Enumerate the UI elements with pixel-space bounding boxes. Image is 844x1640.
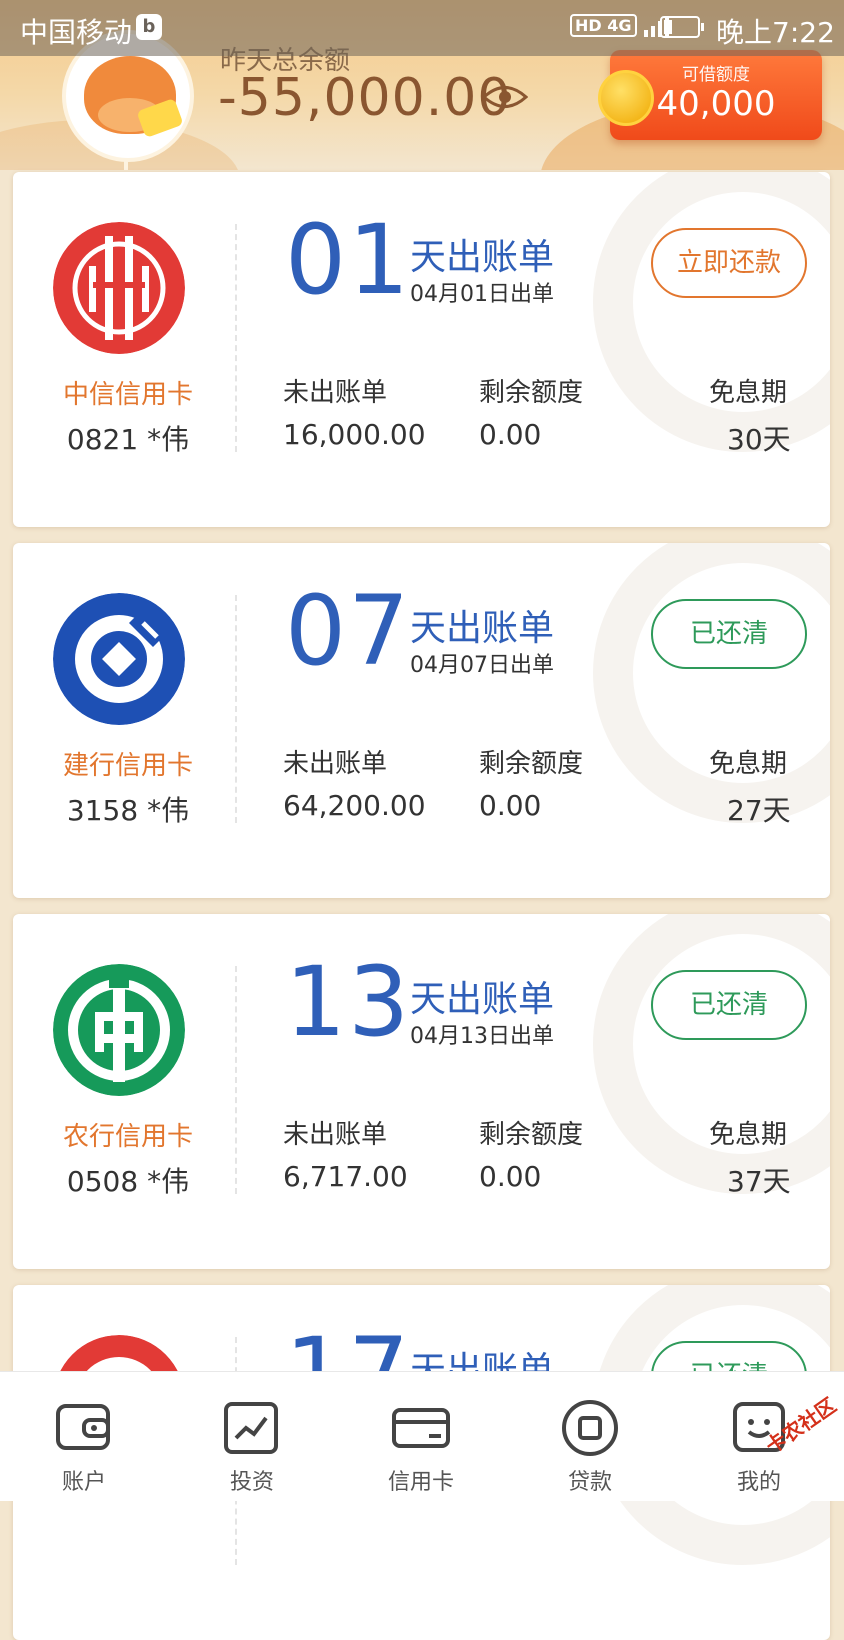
grace-period-label: 免息期: [709, 749, 788, 779]
nav-label: 投资: [229, 1470, 274, 1495]
carrier-name: 中国移动: [20, 16, 133, 49]
bill-date: 04月13日出单: [410, 1024, 554, 1049]
app-badge-icon: b: [136, 14, 162, 40]
nav-label: 信用卡: [387, 1470, 454, 1495]
billing-day: 13: [285, 946, 412, 1058]
borrow-limit-button[interactable]: 可借额度 40,000: [598, 50, 822, 140]
grace-period-label: 免息期: [709, 378, 788, 408]
bottom-nav: 账户 投资 信用卡 贷款 我的: [0, 1371, 844, 1501]
billing-day-title: 天出账单: [410, 979, 555, 1020]
network-label: HD 4G: [570, 14, 637, 37]
nav-account[interactable]: 账户: [0, 1372, 168, 1501]
nav-label: 账户: [61, 1470, 106, 1495]
bank-name: 农行信用卡: [62, 1122, 193, 1152]
unbilled-label: 未出账单: [283, 749, 388, 779]
billing-day: 01: [285, 204, 412, 316]
borrow-limit-value: 40,000: [656, 84, 776, 124]
ccb-bank-logo-icon: [53, 593, 185, 725]
card-number: 3158 *伟: [66, 794, 190, 827]
credit-card-item[interactable]: 中信信用卡 0821 *伟 01 天出账单 04月01日出单 立即还款 未出账单…: [13, 172, 830, 527]
remaining-limit-value: 0.00: [479, 418, 542, 451]
bill-date: 04月07日出单: [410, 653, 554, 678]
nav-loan[interactable]: 贷款: [506, 1372, 674, 1501]
unbilled-value: 64,200.00: [283, 789, 426, 822]
credit-card-icon: [392, 1408, 450, 1448]
bank-watermark: [593, 914, 830, 1194]
status-bar: 中国移动 b HD 4G 晚上7:22: [0, 0, 844, 56]
borrow-limit-label: 可借额度: [682, 65, 750, 85]
battery-icon: [660, 16, 704, 38]
grace-period-label: 免息期: [709, 1120, 788, 1150]
unbilled-label: 未出账单: [283, 378, 388, 408]
balance-amount: -55,000.00: [218, 68, 512, 128]
remaining-limit-value: 0.00: [479, 789, 542, 822]
bank-watermark: [593, 543, 830, 823]
grace-period-value: 27天: [727, 794, 791, 827]
paid-off-button[interactable]: 已还清: [651, 970, 807, 1040]
eye-icon[interactable]: [482, 82, 528, 112]
unbilled-value: 6,717.00: [283, 1160, 408, 1193]
coin-square-icon: [562, 1400, 618, 1456]
card-number: 0821 *伟: [66, 423, 190, 456]
remaining-limit-label: 剩余额度: [479, 378, 584, 408]
avatar-stem: [124, 160, 128, 170]
repay-now-button[interactable]: 立即还款: [651, 228, 807, 298]
divider: [235, 595, 237, 823]
divider: [235, 966, 237, 1194]
nav-invest[interactable]: 投资: [168, 1372, 336, 1501]
grace-period-value: 30天: [727, 423, 791, 456]
remaining-limit-value: 0.00: [479, 1160, 542, 1193]
billing-day: 07: [285, 575, 412, 687]
abc-bank-logo-icon: [53, 964, 185, 1096]
bank-name: 中信信用卡: [62, 380, 193, 410]
unbilled-value: 16,000.00: [283, 418, 426, 451]
bank-name: 建行信用卡: [62, 751, 193, 781]
nav-label: 我的: [736, 1470, 781, 1495]
citic-bank-logo-icon: [53, 222, 185, 354]
paid-off-button[interactable]: 已还清: [651, 599, 807, 669]
trend-chart-icon: [224, 1402, 278, 1454]
nav-credit-card[interactable]: 信用卡: [337, 1372, 505, 1501]
bill-date: 04月01日出单: [410, 282, 554, 307]
unbilled-label: 未出账单: [283, 1120, 388, 1150]
card-number: 0508 *伟: [66, 1165, 190, 1198]
credit-card-item[interactable]: 建行信用卡 3158 *伟 07 天出账单 04月07日出单 已还清 未出账单 …: [13, 543, 830, 898]
wallet-icon: [56, 1404, 110, 1450]
remaining-limit-label: 剩余额度: [479, 749, 584, 779]
clock: 晚上7:22: [716, 16, 835, 49]
remaining-limit-label: 剩余额度: [479, 1120, 584, 1150]
bank-watermark: [593, 172, 830, 452]
billing-day-title: 天出账单: [410, 608, 555, 649]
grace-period-value: 37天: [727, 1165, 791, 1198]
nav-label: 贷款: [567, 1470, 612, 1495]
billing-day-title: 天出账单: [410, 237, 555, 278]
divider: [235, 224, 237, 452]
network-indicator: HD 4G: [570, 14, 670, 37]
credit-card-item[interactable]: 农行信用卡 0508 *伟 13 天出账单 04月13日出单 已还清 未出账单 …: [13, 914, 830, 1269]
